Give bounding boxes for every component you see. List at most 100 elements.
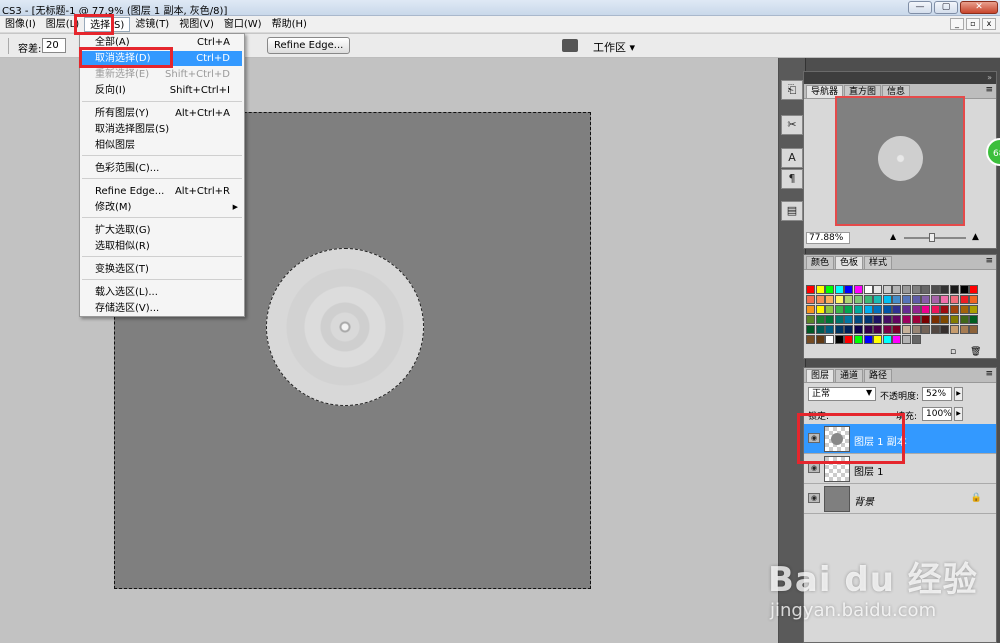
history-icon[interactable]: ⎗	[781, 80, 803, 100]
color-swatch[interactable]	[873, 325, 883, 334]
menu-item-color-range[interactable]: 色彩范围(C)...	[82, 161, 242, 176]
color-swatch[interactable]	[882, 285, 892, 294]
color-swatch[interactable]	[940, 305, 950, 314]
color-swatch[interactable]	[873, 285, 883, 294]
visibility-eye-icon[interactable]: ◉	[808, 493, 820, 503]
minimize-button[interactable]: —	[908, 1, 932, 14]
color-swatch[interactable]	[806, 315, 815, 324]
color-swatch[interactable]	[959, 305, 969, 314]
color-swatch[interactable]	[882, 325, 892, 334]
fill-field[interactable]: 100%	[922, 407, 952, 421]
color-swatch[interactable]	[834, 315, 844, 324]
color-swatch[interactable]	[959, 315, 969, 324]
color-swatch[interactable]	[806, 285, 815, 294]
zoom-slider-knob[interactable]	[929, 233, 935, 242]
color-swatch[interactable]	[911, 335, 921, 344]
menu-filter[interactable]: 滤镜(T)	[130, 17, 174, 32]
color-swatch[interactable]	[815, 285, 825, 294]
color-swatch[interactable]	[921, 295, 931, 304]
color-swatch[interactable]	[950, 325, 959, 334]
color-swatch[interactable]	[892, 325, 902, 334]
color-swatch[interactable]	[882, 305, 892, 314]
color-swatch[interactable]	[950, 295, 959, 304]
color-swatch[interactable]	[969, 295, 979, 304]
color-swatch[interactable]	[844, 305, 854, 314]
color-swatch[interactable]	[806, 295, 815, 304]
opacity-field[interactable]: 52%	[922, 387, 952, 401]
color-swatch[interactable]	[940, 315, 950, 324]
color-swatch[interactable]	[950, 285, 959, 294]
color-swatch[interactable]	[940, 295, 950, 304]
menu-item-save-selection[interactable]: 存储选区(V)...	[82, 301, 242, 316]
color-swatch[interactable]	[969, 315, 979, 324]
color-swatch[interactable]	[854, 315, 863, 324]
color-swatch[interactable]	[815, 325, 825, 334]
color-swatch[interactable]	[834, 335, 844, 344]
color-swatch[interactable]	[930, 315, 940, 324]
color-swatch[interactable]	[930, 285, 940, 294]
color-swatch[interactable]	[940, 285, 950, 294]
refine-edge-button[interactable]: Refine Edge...	[267, 37, 351, 54]
color-swatch[interactable]	[854, 295, 863, 304]
color-swatch[interactable]	[930, 305, 940, 314]
opacity-arrow-icon[interactable]: ▶	[954, 387, 963, 401]
delete-swatch-icon[interactable]: 🗑	[970, 347, 981, 357]
color-swatch[interactable]	[834, 325, 844, 334]
menu-item-transform-selection[interactable]: 变换选区(T)	[82, 262, 242, 277]
color-swatch[interactable]	[863, 315, 873, 324]
maximize-button[interactable]: ▢	[934, 1, 958, 14]
color-swatch[interactable]	[815, 315, 825, 324]
doc-close-button[interactable]: x	[982, 18, 996, 30]
layer-row[interactable]: ◉ 背景 🔒	[804, 484, 996, 514]
color-swatch[interactable]	[844, 335, 854, 344]
doc-restore-button[interactable]: ▫	[966, 18, 980, 30]
color-swatch[interactable]	[911, 285, 921, 294]
color-swatch[interactable]	[921, 315, 931, 324]
new-swatch-icon[interactable]: ▫	[950, 347, 956, 357]
color-swatch[interactable]	[825, 325, 835, 334]
color-swatch[interactable]	[959, 285, 969, 294]
color-swatch[interactable]	[844, 285, 854, 294]
color-swatch[interactable]	[911, 315, 921, 324]
close-button[interactable]: ✕	[960, 1, 998, 14]
color-swatch[interactable]	[844, 325, 854, 334]
color-swatch[interactable]	[825, 335, 835, 344]
menu-item-refine-edge[interactable]: Refine Edge... Alt+Ctrl+R	[82, 184, 242, 199]
palette-icon[interactable]	[562, 39, 578, 52]
visibility-eye-icon[interactable]: ◉	[808, 463, 820, 473]
color-swatch[interactable]	[863, 335, 873, 344]
tab-color[interactable]: 颜色	[806, 256, 835, 269]
color-swatch[interactable]	[815, 305, 825, 314]
menu-image[interactable]: 图像(I)	[0, 17, 41, 32]
panel-grip-icon[interactable]: »	[987, 73, 992, 82]
color-swatch[interactable]	[815, 335, 825, 344]
menu-window[interactable]: 窗口(W)	[219, 17, 267, 32]
color-swatch[interactable]	[882, 295, 892, 304]
color-swatch[interactable]	[834, 285, 844, 294]
doc-minimize-button[interactable]: _	[950, 18, 964, 30]
color-swatch[interactable]	[911, 305, 921, 314]
color-swatch[interactable]	[844, 295, 854, 304]
color-swatch[interactable]	[969, 285, 979, 294]
color-swatch[interactable]	[969, 325, 979, 334]
color-swatch[interactable]	[873, 315, 883, 324]
menu-item-modify[interactable]: 修改(M) ▶	[82, 200, 242, 215]
color-swatch[interactable]	[854, 325, 863, 334]
fill-arrow-icon[interactable]: ▶	[954, 407, 963, 421]
panel-menu-icon[interactable]: ≡	[985, 369, 993, 379]
menu-help[interactable]: 帮助(H)	[267, 17, 312, 32]
color-swatch[interactable]	[873, 295, 883, 304]
color-swatch[interactable]	[806, 335, 815, 344]
color-swatch[interactable]	[902, 325, 911, 334]
layer-comps-icon[interactable]: ▤	[781, 201, 803, 221]
color-swatch[interactable]	[902, 315, 911, 324]
color-swatch[interactable]	[863, 305, 873, 314]
zoom-field[interactable]: 77.88%	[806, 232, 850, 244]
color-swatch[interactable]	[844, 315, 854, 324]
menu-item-grow[interactable]: 扩大选取(G)	[82, 223, 242, 238]
color-swatch[interactable]	[825, 315, 835, 324]
tools-icon[interactable]: ✂	[781, 115, 803, 135]
color-swatch[interactable]	[892, 305, 902, 314]
color-swatch[interactable]	[902, 335, 911, 344]
tab-channels[interactable]: 通道	[835, 369, 864, 382]
